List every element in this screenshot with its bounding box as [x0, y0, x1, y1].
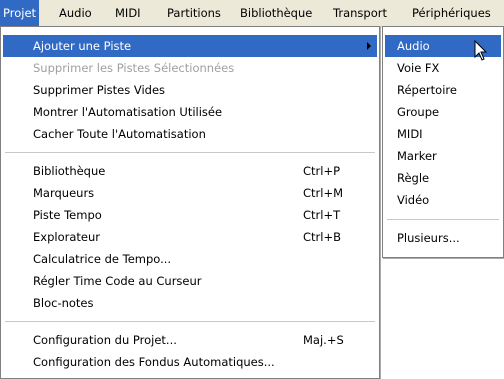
submenu-item-groupe[interactable]: Groupe: [385, 101, 501, 123]
menu-item-explorateur[interactable]: Explorateur Ctrl+B: [3, 226, 377, 248]
menu-item-label: Supprimer les Pistes Sélectionnées: [33, 61, 235, 75]
menu-item-label: Montrer l'Automatisation Utilisée: [33, 105, 223, 119]
submenu-item-label: MIDI: [397, 127, 423, 141]
submenu-item-repertoire[interactable]: Répertoire: [385, 79, 501, 101]
menu-item-piste-tempo[interactable]: Piste Tempo Ctrl+T: [3, 204, 377, 226]
menu-item-label: Ajouter une Piste: [33, 39, 132, 53]
projet-dropdown-menu: Ajouter une Piste Supprimer les Pistes S…: [0, 26, 380, 379]
menu-item-label: Explorateur: [33, 230, 100, 244]
menu-item-cacher-automatisation[interactable]: Cacher Toute l'Automatisation: [3, 123, 377, 145]
menu-item-configuration-projet[interactable]: Configuration du Projet... Maj.+S: [3, 329, 377, 351]
menu-item-label: Configuration des Fondus Automatiques...: [33, 355, 275, 369]
menu-item-ajouter-piste[interactable]: Ajouter une Piste: [3, 35, 377, 57]
shortcut-text: Ctrl+M: [303, 186, 344, 200]
menu-item-label: Cacher Toute l'Automatisation: [33, 127, 206, 141]
submenu-item-label: Répertoire: [397, 83, 457, 97]
menu-item-calculatrice-tempo[interactable]: Calculatrice de Tempo...: [3, 248, 377, 270]
shortcut-text: Ctrl+B: [303, 230, 341, 244]
menu-bibliotheque[interactable]: Bibliothèque: [237, 0, 315, 26]
menu-item-label: Bloc-notes: [33, 296, 94, 310]
shortcut-text: Ctrl+T: [303, 208, 341, 222]
submenu-item-label: Voie FX: [397, 61, 440, 75]
menu-item-label: Marqueurs: [33, 186, 95, 200]
submenu-item-plusieurs[interactable]: Plusieurs...: [385, 227, 501, 249]
chevron-right-icon: [367, 42, 371, 50]
menu-separator: [5, 321, 375, 322]
menu-partitions[interactable]: Partitions: [164, 0, 224, 26]
menu-bar: Projet Audio MIDI Partitions Bibliothèqu…: [0, 0, 504, 27]
submenu-item-label: Vidéo: [397, 193, 430, 207]
menu-item-supprimer-pistes-selectionnees: Supprimer les Pistes Sélectionnées: [3, 57, 377, 79]
menu-projet[interactable]: Projet: [0, 0, 40, 26]
menu-separator: [387, 219, 499, 220]
menu-peripheriques[interactable]: Périphériques: [409, 0, 494, 26]
menu-item-montrer-automatisation[interactable]: Montrer l'Automatisation Utilisée: [3, 101, 377, 123]
menu-midi[interactable]: MIDI: [112, 0, 144, 26]
submenu-item-label: Groupe: [397, 105, 440, 119]
menu-item-regler-time-code[interactable]: Régler Time Code au Curseur: [3, 270, 377, 292]
menu-item-bibliotheque[interactable]: Bibliothèque Ctrl+P: [3, 160, 377, 182]
submenu-item-label: Audio: [397, 39, 430, 53]
menu-item-label: Calculatrice de Tempo...: [33, 252, 172, 266]
menu-item-label: Bibliothèque: [33, 164, 106, 178]
menu-item-label: Régler Time Code au Curseur: [33, 274, 202, 288]
menu-item-supprimer-pistes-vides[interactable]: Supprimer Pistes Vides: [3, 79, 377, 101]
submenu-item-label: Marker: [397, 149, 437, 163]
submenu-item-regle[interactable]: Règle: [385, 167, 501, 189]
menu-transport[interactable]: Transport: [330, 0, 390, 26]
submenu-item-marker[interactable]: Marker: [385, 145, 501, 167]
menu-item-bloc-notes[interactable]: Bloc-notes: [3, 292, 377, 314]
shortcut-text: Ctrl+P: [303, 164, 341, 178]
submenu-item-label: Règle: [397, 171, 430, 185]
submenu-item-midi[interactable]: MIDI: [385, 123, 501, 145]
menu-item-label: Piste Tempo: [33, 208, 102, 222]
submenu-item-video[interactable]: Vidéo: [385, 189, 501, 211]
menu-separator: [5, 152, 375, 153]
menu-item-label: Supprimer Pistes Vides: [33, 83, 166, 97]
menu-item-label: Configuration du Projet...: [33, 333, 177, 347]
menu-item-marqueurs[interactable]: Marqueurs Ctrl+M: [3, 182, 377, 204]
menu-item-configuration-fondus[interactable]: Configuration des Fondus Automatiques...: [3, 351, 377, 373]
submenu-item-label: Plusieurs...: [397, 231, 460, 245]
shortcut-text: Maj.+S: [303, 333, 344, 347]
mouse-cursor-icon: [474, 40, 488, 61]
menu-audio[interactable]: Audio: [56, 0, 95, 26]
